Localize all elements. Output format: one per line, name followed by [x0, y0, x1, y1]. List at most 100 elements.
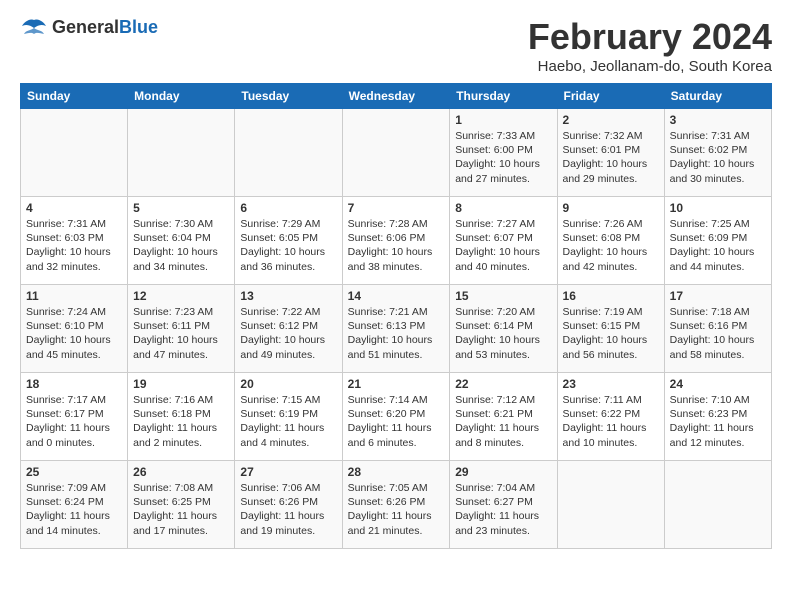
day-number: 21: [348, 377, 445, 391]
calendar-cell: 19 Sunrise: 7:16 AM Sunset: 6:18 PM Dayli…: [128, 373, 235, 461]
day-info: Sunrise: 7:17 AM Sunset: 6:17 PM Dayligh…: [26, 393, 122, 450]
day-info: Sunrise: 7:25 AM Sunset: 6:09 PM Dayligh…: [670, 217, 766, 274]
day-number: 28: [348, 465, 445, 479]
calendar-cell: 14 Sunrise: 7:21 AM Sunset: 6:13 PM Dayli…: [342, 285, 450, 373]
day-info: Sunrise: 7:04 AM Sunset: 6:27 PM Dayligh…: [455, 481, 551, 538]
calendar-cell: 20Sunrise: 7:15 AM Sunset: 6:19 PM Dayli…: [235, 373, 342, 461]
calendar-cell: 24 Sunrise: 7:10 AM Sunset: 6:23 PM Dayli…: [664, 373, 771, 461]
day-number: 7: [348, 201, 445, 215]
month-title: February 2024: [528, 16, 772, 58]
day-number: 24: [670, 377, 766, 391]
day-info: Sunrise: 7:27 AM Sunset: 6:07 PM Dayligh…: [455, 217, 551, 274]
day-info: Sunrise: 7:26 AM Sunset: 6:08 PM Dayligh…: [563, 217, 659, 274]
day-number: 3: [670, 113, 766, 127]
day-info: Sunrise: 7:33 AM Sunset: 6:00 PM Dayligh…: [455, 129, 551, 186]
day-number: 27: [240, 465, 336, 479]
day-number: 12: [133, 289, 229, 303]
calendar-cell: 8 Sunrise: 7:27 AM Sunset: 6:07 PM Daylig…: [450, 197, 557, 285]
day-info: Sunrise: 7:19 AM Sunset: 6:15 PM Dayligh…: [563, 305, 659, 362]
day-number: 8: [455, 201, 551, 215]
calendar-header: SundayMondayTuesdayWednesdayThursdayFrid…: [21, 84, 772, 109]
calendar-week-3: 11 Sunrise: 7:24 AM Sunset: 6:10 PM Dayli…: [21, 285, 772, 373]
day-header-saturday: Saturday: [664, 84, 771, 109]
calendar-week-1: 1 Sunrise: 7:33 AM Sunset: 6:00 PM Daylig…: [21, 109, 772, 197]
calendar-cell: [235, 109, 342, 197]
day-info: Sunrise: 7:10 AM Sunset: 6:23 PM Dayligh…: [670, 393, 766, 450]
calendar-cell: 2 Sunrise: 7:32 AM Sunset: 6:01 PM Daylig…: [557, 109, 664, 197]
day-number: 2: [563, 113, 659, 127]
calendar-cell: 16 Sunrise: 7:19 AM Sunset: 6:15 PM Dayli…: [557, 285, 664, 373]
calendar-cell: [342, 109, 450, 197]
day-info: Sunrise: 7:32 AM Sunset: 6:01 PM Dayligh…: [563, 129, 659, 186]
day-number: 11: [26, 289, 122, 303]
logo-text: GeneralBlue: [52, 17, 158, 38]
day-number: 1: [455, 113, 551, 127]
day-number: 4: [26, 201, 122, 215]
calendar-cell: 7Sunrise: 7:28 AM Sunset: 6:06 PM Daylig…: [342, 197, 450, 285]
title-block: February 2024 Haebo, Jeollanam-do, South…: [528, 16, 772, 75]
calendar-cell: [664, 461, 771, 549]
page-header: GeneralBlue February 2024 Haebo, Jeollan…: [20, 16, 772, 75]
calendar-cell: 25Sunrise: 7:09 AM Sunset: 6:24 PM Dayli…: [21, 461, 128, 549]
logo-general: General: [52, 17, 119, 37]
day-info: Sunrise: 7:20 AM Sunset: 6:14 PM Dayligh…: [455, 305, 551, 362]
calendar-cell: 11 Sunrise: 7:24 AM Sunset: 6:10 PM Dayli…: [21, 285, 128, 373]
day-header-wednesday: Wednesday: [342, 84, 450, 109]
day-header-thursday: Thursday: [450, 84, 557, 109]
day-number: 15: [455, 289, 551, 303]
calendar-cell: 17 Sunrise: 7:18 AM Sunset: 6:16 PM Dayli…: [664, 285, 771, 373]
day-number: 14: [348, 289, 445, 303]
day-number: 10: [670, 201, 766, 215]
day-info: Sunrise: 7:08 AM Sunset: 6:25 PM Dayligh…: [133, 481, 229, 538]
day-info: Sunrise: 7:05 AM Sunset: 6:26 PM Dayligh…: [348, 481, 445, 538]
day-header-tuesday: Tuesday: [235, 84, 342, 109]
day-number: 5: [133, 201, 229, 215]
calendar-cell: 27 Sunrise: 7:06 AM Sunset: 6:26 PM Dayli…: [235, 461, 342, 549]
calendar-cell: [128, 109, 235, 197]
day-info: Sunrise: 7:23 AM Sunset: 6:11 PM Dayligh…: [133, 305, 229, 362]
location-subtitle: Haebo, Jeollanam-do, South Korea: [528, 58, 772, 75]
day-number: 17: [670, 289, 766, 303]
day-info: Sunrise: 7:14 AM Sunset: 6:20 PM Dayligh…: [348, 393, 445, 450]
calendar-cell: 12 Sunrise: 7:23 AM Sunset: 6:11 PM Dayli…: [128, 285, 235, 373]
calendar-cell: 28 Sunrise: 7:05 AM Sunset: 6:26 PM Dayli…: [342, 461, 450, 549]
day-info: Sunrise: 7:15 AM Sunset: 6:19 PM Dayligh…: [240, 393, 336, 450]
day-header-friday: Friday: [557, 84, 664, 109]
calendar-week-5: 25Sunrise: 7:09 AM Sunset: 6:24 PM Dayli…: [21, 461, 772, 549]
day-number: 22: [455, 377, 551, 391]
day-number: 13: [240, 289, 336, 303]
day-info: Sunrise: 7:12 AM Sunset: 6:21 PM Dayligh…: [455, 393, 551, 450]
calendar-cell: 13Sunrise: 7:22 AM Sunset: 6:12 PM Dayli…: [235, 285, 342, 373]
day-info: Sunrise: 7:24 AM Sunset: 6:10 PM Dayligh…: [26, 305, 122, 362]
logo-bird-icon: [20, 16, 48, 38]
calendar-table: SundayMondayTuesdayWednesdayThursdayFrid…: [20, 83, 772, 549]
day-number: 19: [133, 377, 229, 391]
calendar-week-2: 4 Sunrise: 7:31 AM Sunset: 6:03 PM Daylig…: [21, 197, 772, 285]
day-number: 9: [563, 201, 659, 215]
day-info: Sunrise: 7:06 AM Sunset: 6:26 PM Dayligh…: [240, 481, 336, 538]
day-info: Sunrise: 7:30 AM Sunset: 6:04 PM Dayligh…: [133, 217, 229, 274]
calendar-week-4: 18 Sunrise: 7:17 AM Sunset: 6:17 PM Dayli…: [21, 373, 772, 461]
calendar-cell: 23 Sunrise: 7:11 AM Sunset: 6:22 PM Dayli…: [557, 373, 664, 461]
day-header-monday: Monday: [128, 84, 235, 109]
day-number: 25: [26, 465, 122, 479]
calendar-cell: 10 Sunrise: 7:25 AM Sunset: 6:09 PM Dayli…: [664, 197, 771, 285]
day-info: Sunrise: 7:31 AM Sunset: 6:02 PM Dayligh…: [670, 129, 766, 186]
day-number: 16: [563, 289, 659, 303]
calendar-cell: [557, 461, 664, 549]
day-number: 26: [133, 465, 229, 479]
day-info: Sunrise: 7:18 AM Sunset: 6:16 PM Dayligh…: [670, 305, 766, 362]
calendar-body: 1 Sunrise: 7:33 AM Sunset: 6:00 PM Daylig…: [21, 109, 772, 549]
day-number: 18: [26, 377, 122, 391]
day-info: Sunrise: 7:16 AM Sunset: 6:18 PM Dayligh…: [133, 393, 229, 450]
day-info: Sunrise: 7:21 AM Sunset: 6:13 PM Dayligh…: [348, 305, 445, 362]
day-info: Sunrise: 7:31 AM Sunset: 6:03 PM Dayligh…: [26, 217, 122, 274]
calendar-cell: [21, 109, 128, 197]
calendar-cell: 3 Sunrise: 7:31 AM Sunset: 6:02 PM Daylig…: [664, 109, 771, 197]
day-info: Sunrise: 7:11 AM Sunset: 6:22 PM Dayligh…: [563, 393, 659, 450]
calendar-cell: 1 Sunrise: 7:33 AM Sunset: 6:00 PM Daylig…: [450, 109, 557, 197]
calendar-cell: 15 Sunrise: 7:20 AM Sunset: 6:14 PM Dayli…: [450, 285, 557, 373]
day-number: 23: [563, 377, 659, 391]
calendar-cell: 22 Sunrise: 7:12 AM Sunset: 6:21 PM Dayli…: [450, 373, 557, 461]
day-info: Sunrise: 7:29 AM Sunset: 6:05 PM Dayligh…: [240, 217, 336, 274]
